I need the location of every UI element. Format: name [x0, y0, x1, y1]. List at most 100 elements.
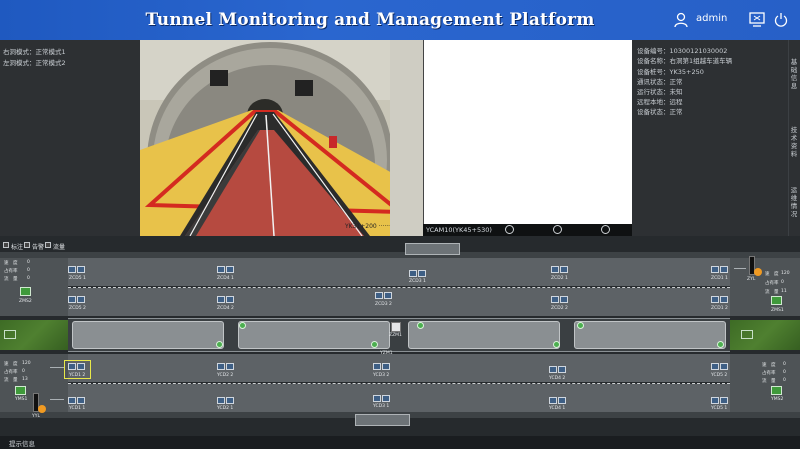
camera-icon[interactable]	[68, 266, 76, 273]
power-icon[interactable]	[774, 12, 788, 27]
device-label: YMS1	[15, 397, 28, 402]
camera-icon[interactable]	[226, 363, 234, 370]
right-tunnel-mode: 右洞模式：正常模式1	[3, 48, 66, 56]
camera-icon[interactable]	[77, 296, 85, 303]
lane-divider	[68, 287, 730, 288]
device-label: ZCD4 1	[217, 276, 234, 281]
message-sign-icon[interactable]	[15, 386, 26, 395]
page-title: Tunnel Monitoring and Management Platfor…	[145, 10, 595, 30]
warning-icon[interactable]	[754, 268, 762, 276]
close-icon[interactable]	[553, 225, 562, 234]
camera-icon[interactable]	[720, 363, 728, 370]
camera-icon[interactable]	[68, 296, 76, 303]
status-badge[interactable]	[417, 322, 424, 329]
legend-flow: 流量	[53, 244, 66, 251]
stat-value: 13	[22, 377, 28, 382]
device-label: ZCD4 2	[217, 306, 234, 311]
camera-icon[interactable]	[375, 292, 383, 299]
camera-icon[interactable]	[720, 296, 728, 303]
camera-icon[interactable]	[382, 395, 390, 402]
status-badge[interactable]	[717, 341, 724, 348]
camera-icon[interactable]	[373, 395, 381, 402]
camera-icon[interactable]	[558, 397, 566, 404]
lane-divider-bottom	[68, 383, 730, 384]
camera-icon[interactable]	[720, 397, 728, 404]
camera-icon[interactable]	[558, 366, 566, 373]
camera-icon[interactable]	[226, 296, 234, 303]
median-island-2	[238, 321, 390, 349]
camera-icon[interactable]	[720, 266, 728, 273]
camera-icon[interactable]	[226, 397, 234, 404]
tab-tech-docs[interactable]: 技术资料	[790, 126, 798, 158]
status-badge[interactable]	[577, 322, 584, 329]
left-tunnel-lane-1	[68, 258, 730, 286]
camera-icon[interactable]	[77, 266, 85, 273]
camera-icon[interactable]	[217, 296, 225, 303]
message-sign-icon[interactable]	[771, 296, 782, 305]
camera-icon[interactable]	[217, 397, 225, 404]
camera-icon[interactable]	[560, 296, 568, 303]
device-station: 设备桩号：YK35+250	[637, 68, 704, 76]
camera-icon[interactable]	[549, 397, 557, 404]
camera-icon[interactable]	[217, 363, 225, 370]
camera-icon[interactable]	[77, 397, 85, 404]
stat-label: 占有率	[762, 371, 776, 376]
status-badge[interactable]	[553, 341, 560, 348]
camera-icon[interactable]	[711, 296, 719, 303]
camera-icon[interactable]	[373, 363, 381, 370]
camera-icon[interactable]	[226, 266, 234, 273]
status-badge[interactable]	[216, 341, 223, 348]
camera-icon[interactable]	[77, 363, 85, 370]
user-icon[interactable]	[674, 12, 688, 28]
camera-icon[interactable]	[711, 363, 719, 370]
device-label: ZCD5 2	[69, 306, 86, 311]
camera-icon[interactable]	[549, 366, 557, 373]
warning-icon[interactable]	[38, 405, 46, 413]
camera-icon[interactable]	[711, 266, 719, 273]
legend-checkbox-mark[interactable]	[3, 242, 9, 248]
stat-value: 11	[781, 289, 787, 294]
ventilation-device-icon[interactable]	[391, 322, 401, 332]
device-label: YCD3 2	[373, 373, 390, 378]
camera-icon[interactable]	[418, 270, 426, 277]
legend-checkbox-flow[interactable]	[45, 242, 51, 248]
camera-icon[interactable]	[409, 270, 417, 277]
user-name[interactable]: admin	[696, 13, 727, 24]
screen-icon[interactable]	[749, 12, 765, 27]
camera-icon[interactable]	[217, 266, 225, 273]
camera-icon[interactable]	[68, 397, 76, 404]
tab-basic-info[interactable]: 基础信息	[790, 58, 798, 90]
legend-checkbox-alarm[interactable]	[24, 242, 30, 248]
stat-label: 流 量	[4, 277, 18, 282]
tab-maintenance[interactable]: 运维情况	[790, 186, 798, 218]
left-tunnel-mode: 左洞模式：正常模式2	[3, 59, 66, 67]
device-label: YCD5 2	[711, 373, 728, 378]
camera-icon[interactable]	[711, 397, 719, 404]
video-feed[interactable]	[423, 40, 632, 236]
camera-icon[interactable]	[384, 292, 392, 299]
camera-icon[interactable]	[551, 296, 559, 303]
device-label: YZM1	[380, 351, 393, 356]
stat-label: 流 量	[765, 290, 779, 295]
message-sign-icon[interactable]	[20, 287, 31, 296]
camera-icon[interactable]	[560, 266, 568, 273]
device-label: YCD1 2	[69, 373, 86, 378]
message-sign-icon[interactable]	[771, 386, 782, 395]
device-label: ZCD3 1	[409, 279, 426, 284]
status-badge[interactable]	[371, 341, 378, 348]
camera-icon[interactable]	[68, 363, 76, 370]
tunnel-3d-view[interactable]: YK31+200 ······	[140, 40, 423, 236]
status-badge[interactable]	[239, 322, 246, 329]
home-icon[interactable]	[4, 330, 16, 339]
device-label: ZCD1 1	[711, 276, 728, 281]
next-icon[interactable]	[601, 225, 610, 234]
home-icon[interactable]	[741, 330, 753, 339]
prev-icon[interactable]	[505, 225, 514, 234]
right-tunnel-lane-1	[68, 354, 730, 382]
camera-icon[interactable]	[551, 266, 559, 273]
stat-value: 0	[27, 276, 30, 281]
device-label: ZYL	[747, 277, 756, 282]
device-name: 设备名称：右洞第1组越车道车辆	[637, 57, 733, 65]
device-label: YCD3 1	[373, 404, 390, 409]
camera-icon[interactable]	[382, 363, 390, 370]
